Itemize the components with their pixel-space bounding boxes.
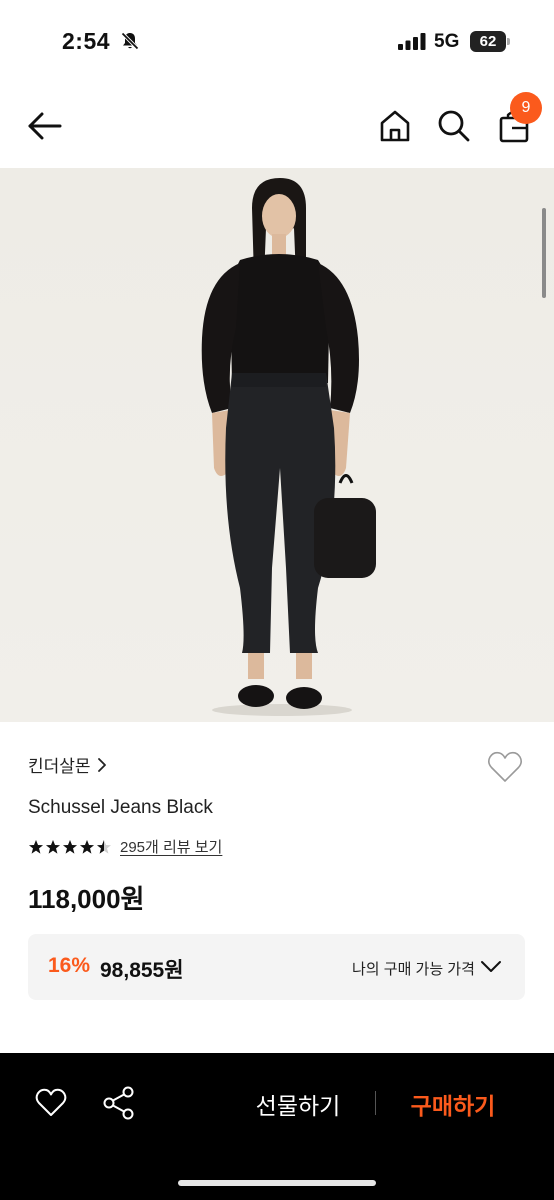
search-icon[interactable] (434, 106, 474, 146)
heart-icon[interactable] (486, 748, 524, 786)
discount-price-toggle[interactable]: 16% 98,855원 나의 구매 가능 가격 (28, 934, 525, 1000)
review-link[interactable]: 295개 리뷰 보기 (120, 836, 222, 857)
buy-button[interactable]: 구매하기 (400, 1087, 506, 1119)
arrow-left-icon[interactable] (24, 106, 66, 146)
brand-name: 킨더살몬 (28, 757, 91, 776)
discount-label: 나의 구매 가능 가격 (352, 961, 475, 978)
status-bar: 2:54 5G 62 (0, 0, 554, 84)
star-full-icon (29, 839, 43, 854)
signal-icon (398, 33, 426, 50)
status-time: 2:54 (62, 28, 111, 54)
product-price: 118,000원 (28, 884, 145, 914)
discount-rate: 16% (48, 954, 91, 977)
battery-level: 62 (470, 31, 506, 52)
gift-button[interactable]: 선물하기 (240, 1087, 356, 1119)
chevron-right-icon (97, 757, 106, 772)
bottom-action-bar: 선물하기 구매하기 (0, 1053, 554, 1200)
brand-link[interactable]: 킨더살몬 (28, 752, 107, 777)
star-half-icon (97, 839, 111, 854)
model-photo (0, 168, 554, 722)
network-type: 5G (434, 31, 460, 52)
battery-icon: 62 (470, 31, 510, 52)
cart-count-badge: 9 (510, 92, 542, 124)
product-title: Schussel Jeans Black (28, 797, 213, 818)
battery-cap (507, 38, 510, 45)
product-image[interactable] (0, 168, 554, 722)
home-icon[interactable] (376, 106, 414, 146)
discount-price: 98,855원 (100, 959, 184, 982)
share-icon[interactable] (102, 1085, 136, 1121)
home-indicator (178, 1180, 376, 1186)
chevron-down-icon (481, 961, 501, 972)
star-rating (28, 839, 112, 855)
heart-icon[interactable] (34, 1087, 68, 1119)
divider (375, 1091, 376, 1115)
rating-row: 295개 리뷰 보기 (28, 836, 222, 857)
top-nav-bar (0, 84, 554, 168)
star-full-icon (63, 839, 77, 854)
scrollbar[interactable] (542, 208, 546, 298)
star-full-icon (46, 839, 60, 854)
star-full-icon (80, 839, 94, 854)
bell-off-icon (121, 32, 139, 50)
